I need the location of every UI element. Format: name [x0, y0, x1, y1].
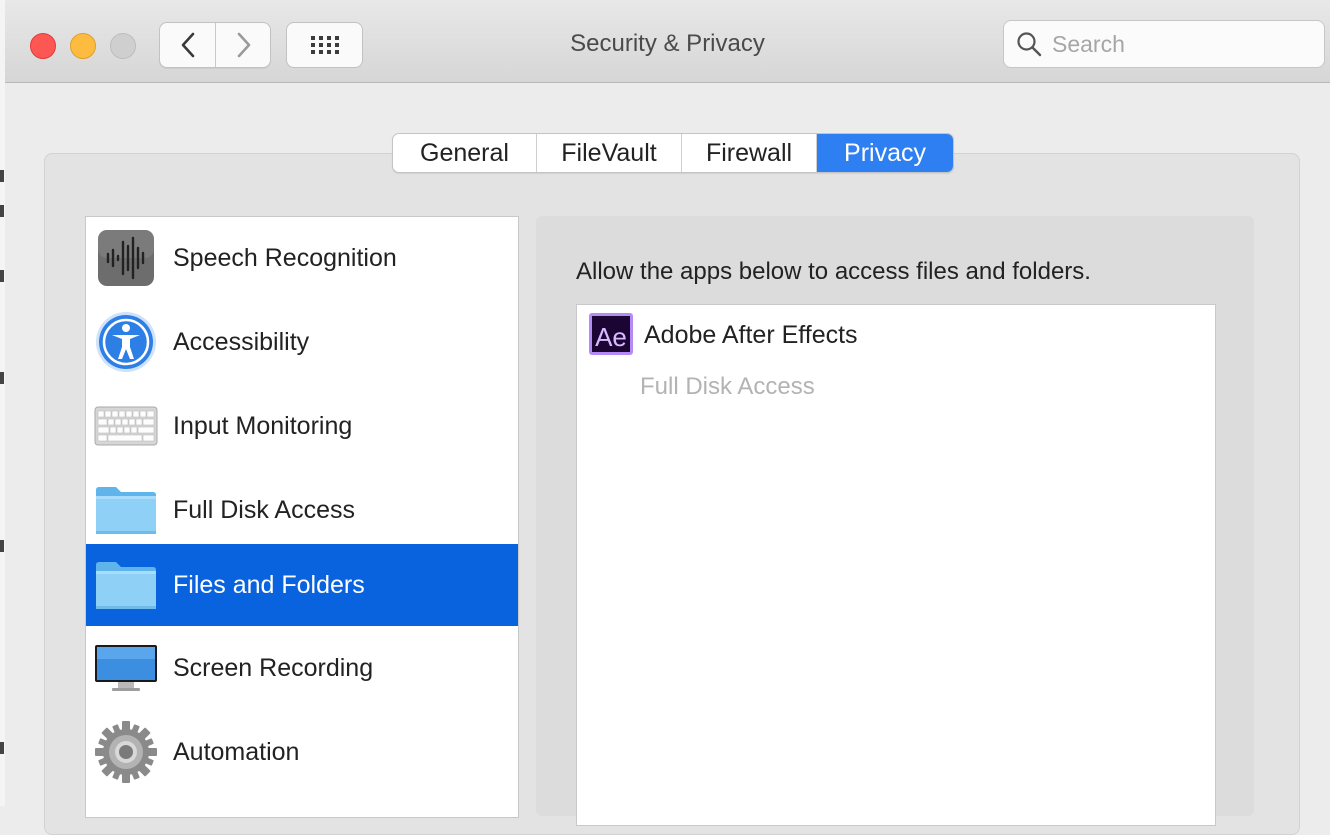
sidebar-item-speech-recognition[interactable]: Speech Recognition	[86, 217, 518, 299]
desktop-text-fragment	[0, 742, 4, 754]
title-bar: Security & Privacy	[5, 0, 1330, 83]
tab-bar: General FileVault Firewall Privacy	[392, 133, 954, 173]
search-icon	[1017, 32, 1042, 57]
folder-icon	[96, 487, 156, 534]
after-effects-icon: Ae	[589, 313, 633, 355]
app-access-note: Full Disk Access	[640, 373, 815, 400]
chevron-right-icon	[237, 32, 250, 58]
sidebar-item-label: Files and Folders	[173, 570, 365, 599]
monitor-icon	[95, 645, 157, 691]
folder-icon	[96, 562, 156, 609]
app-list[interactable]: Ae Adobe After Effects Full Disk Access	[576, 304, 1216, 826]
tab-privacy[interactable]: Privacy	[817, 134, 953, 172]
tab-general[interactable]: General	[393, 134, 537, 172]
keyboard-icon	[94, 406, 158, 446]
sidebar-item-label: Automation	[173, 737, 300, 766]
back-button[interactable]	[160, 23, 215, 67]
navigation-buttons	[159, 22, 271, 68]
app-name[interactable]: Adobe After Effects	[644, 321, 858, 350]
panel-heading: Allow the apps below to access files and…	[576, 258, 1091, 285]
sidebar-item-label: Full Disk Access	[173, 495, 355, 524]
forward-button[interactable]	[216, 23, 271, 67]
zoom-button	[110, 33, 136, 59]
sidebar-item-label: Speech Recognition	[173, 243, 397, 272]
preferences-window: Security & Privacy General FileVault Fir…	[5, 0, 1330, 835]
tab-firewall[interactable]: Firewall	[682, 134, 817, 172]
desktop-text-fragment	[0, 372, 4, 384]
sidebar-item-files-and-folders[interactable]: Files and Folders	[86, 544, 518, 626]
sidebar-item-screen-recording[interactable]: Screen Recording	[86, 627, 518, 709]
sidebar-item-full-disk-access[interactable]: Full Disk Access	[86, 469, 518, 551]
sidebar-item-input-monitoring[interactable]: Input Monitoring	[86, 385, 518, 467]
tab-filevault[interactable]: FileVault	[537, 134, 682, 172]
chevron-left-icon	[181, 32, 194, 58]
sidebar-item-label: Input Monitoring	[173, 411, 353, 440]
sidebar-item-label: Screen Recording	[173, 653, 374, 682]
sidebar-item-accessibility[interactable]: Accessibility	[86, 301, 518, 383]
accessibility-icon	[96, 312, 156, 372]
privacy-category-list[interactable]: Speech Recognition Accessibility Input M…	[85, 216, 519, 818]
detail-panel: Allow the apps below to access files and…	[536, 216, 1254, 826]
desktop-text-fragment	[0, 170, 4, 182]
sidebar-item-automation[interactable]: Automation	[86, 711, 518, 793]
show-all-button[interactable]	[286, 22, 363, 68]
grid-icon	[310, 36, 339, 54]
waveform-icon	[98, 230, 154, 286]
gear-icon	[95, 721, 157, 783]
desktop-text-fragment	[0, 205, 4, 217]
desktop-text-fragment	[0, 270, 4, 282]
search-field[interactable]	[1003, 20, 1325, 68]
sidebar-item-label: Accessibility	[173, 327, 310, 356]
search-input[interactable]	[1050, 29, 1304, 59]
close-button[interactable]	[30, 33, 56, 59]
minimize-button[interactable]	[70, 33, 96, 59]
desktop-text-fragment	[0, 540, 4, 552]
